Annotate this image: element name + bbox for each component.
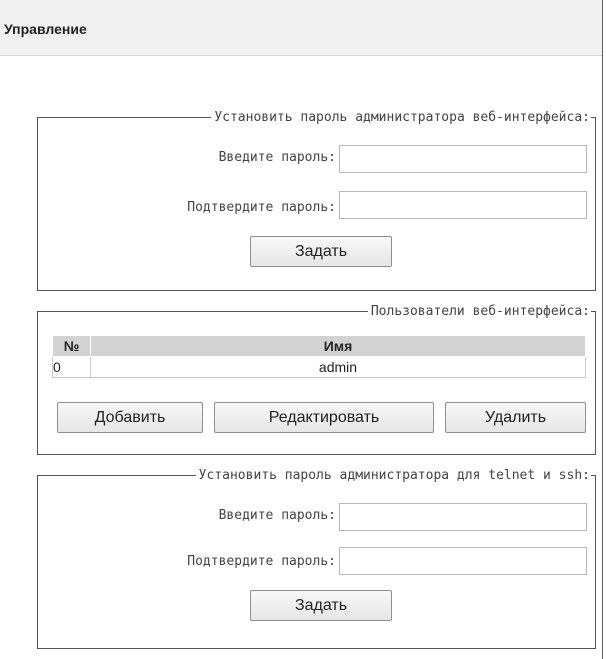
management-panel: Управление Установить пароль администрат… (0, 0, 603, 659)
web-users-group: Пользователи веб-интерфейса: № Имя 0 adm… (37, 303, 596, 455)
web-password-label: Введите пароль: (218, 150, 336, 165)
web-password-submit-button[interactable]: Задать (250, 236, 392, 267)
telnet-confirm-input[interactable] (339, 547, 587, 575)
telnet-password-label: Введите пароль: (218, 508, 336, 523)
edit-user-button[interactable]: Редактировать (214, 402, 434, 433)
panel-header: Управление (0, 0, 602, 56)
row-name: admin (90, 356, 586, 378)
telnet-password-legend: Установить пароль администратора для tel… (195, 467, 591, 484)
web-users-legend: Пользователи веб-интерфейса: (367, 303, 591, 320)
web-password-input[interactable] (339, 145, 587, 173)
page-title: Управление (4, 21, 87, 37)
row-number: 0 (52, 356, 91, 378)
telnet-password-group: Установить пароль администратора для tel… (37, 467, 596, 649)
telnet-password-submit-button[interactable]: Задать (250, 590, 392, 621)
telnet-password-input[interactable] (339, 503, 587, 531)
delete-user-button[interactable]: Удалить (445, 402, 586, 433)
column-header-number: № (52, 335, 91, 357)
table-row[interactable]: 0 admin (52, 356, 586, 378)
web-password-group: Установить пароль администратора веб-инт… (37, 109, 596, 291)
web-confirm-label: Подтвердите пароль: (187, 200, 336, 215)
column-header-name: Имя (90, 335, 586, 357)
users-table-header-row: № Имя (52, 335, 586, 357)
web-confirm-input[interactable] (339, 191, 587, 219)
add-user-button[interactable]: Добавить (57, 402, 203, 433)
telnet-confirm-label: Подтвердите пароль: (187, 554, 336, 569)
users-table: № Имя 0 admin (52, 335, 586, 378)
web-password-legend: Установить пароль администратора веб-инт… (211, 109, 591, 126)
